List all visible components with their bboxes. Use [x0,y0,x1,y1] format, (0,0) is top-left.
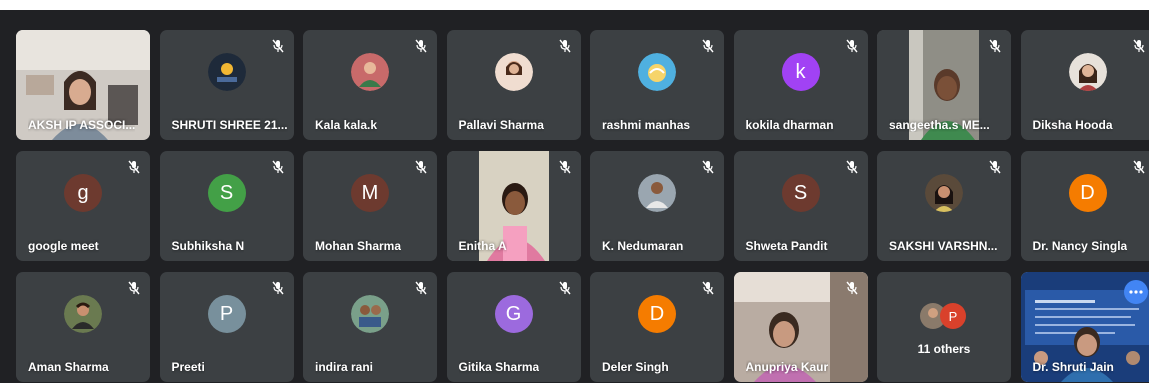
mic-off-icon [702,281,714,295]
mic-off-icon [558,281,571,295]
avatar-initial: M [351,174,389,212]
participant-tile[interactable]: sangeetha.s ME... [877,30,1011,140]
more-dots-icon [1128,290,1143,294]
more-options-button[interactable] [1123,280,1148,304]
mic-off-icon [845,160,858,174]
others-tile[interactable]: P 11 others [877,272,1011,382]
participant-name: Diksha Hooda [1032,118,1113,132]
mic-off-icon [702,39,714,53]
mic-off-icon [1132,39,1145,53]
mic-off-icon [558,39,571,53]
participant-tile[interactable]: rashmi manhas [590,30,724,140]
avatar [638,174,676,212]
participant-grid: AKSH IP ASSOCI... SHRUTI SHREE 21... Kal… [16,30,1149,382]
participant-tile[interactable]: G Gitika Sharma [446,272,581,382]
participant-name: Pallavi Sharma [458,118,544,132]
mic-off-icon [845,39,858,53]
avatar [351,295,389,333]
participant-tile[interactable]: Kala kala.k [303,30,437,140]
mic-off-icon [271,160,284,174]
participant-name: indira rani [315,360,374,374]
participant-name: kokila dharman [745,118,834,132]
participant-name: Subhiksha N [171,239,245,253]
participant-name: Dr. Shruti Jain [1032,360,1114,374]
participant-name: sangeetha.s ME... [889,118,990,132]
mic-off-icon [989,160,1001,174]
avatar [494,53,533,91]
participant-name: K. Nedumaran [602,239,684,253]
participant-tile[interactable]: Aman Sharma [16,272,150,382]
mic-off-icon [415,281,427,295]
mic-off-icon [271,39,284,53]
participant-tile[interactable]: Diksha Hooda [1020,30,1149,140]
participant-tile[interactable]: D Deler Singh [590,272,724,382]
mic-off-icon [415,39,427,53]
participant-name: Kala kala.k [315,118,378,132]
participant-tile[interactable]: S Shweta Pandit [733,151,868,261]
svg-text:P: P [949,309,958,324]
participant-tile[interactable]: AKSH IP ASSOCI... [16,30,150,140]
mic-off-icon [1132,160,1145,174]
participant-name: Dr. Nancy Singla [1032,239,1128,253]
participant-tile[interactable]: K. Nedumaran [590,151,724,261]
participant-name: Shweta Pandit [745,239,828,253]
participant-tile[interactable]: Enitha A [446,151,581,261]
avatar [925,174,963,212]
avatar [638,53,676,91]
participant-name: Deler Singh [602,360,669,374]
participant-name: google meet [28,239,99,253]
avatar [207,53,246,91]
others-avatars: P [920,303,966,329]
participant-tile[interactable]: Anupriya Kaur [733,272,868,382]
mic-off-icon [415,160,427,174]
participant-tile[interactable]: Pallavi Sharma [446,30,581,140]
participant-name: Gitika Sharma [458,360,540,374]
participant-name: Anupriya Kaur [745,360,829,374]
presenter-tile[interactable]: Dr. Shruti Jain [1020,272,1149,382]
avatar [1068,53,1107,91]
participant-tile[interactable]: SHRUTI SHREE 21... [159,30,294,140]
participant-name: SHRUTI SHREE 21... [171,118,288,132]
participant-name: SAKSHI VARSHN... [889,239,998,253]
avatar-initial: S [207,174,246,212]
mic-off-icon [989,39,1001,53]
avatar-initial: P [207,295,246,333]
participant-tile[interactable]: S Subhiksha N [159,151,294,261]
participant-name: Enitha A [458,239,507,253]
avatar-initial: k [781,53,820,91]
avatar-initial: S [781,174,820,212]
participant-name: Aman Sharma [28,360,109,374]
mic-off-icon [845,281,858,295]
mic-off-icon [702,160,714,174]
avatar-initial: G [494,295,533,333]
participant-tile[interactable]: M Mohan Sharma [303,151,437,261]
others-label: 11 others [917,342,971,356]
avatar-initial: g [64,174,102,212]
participant-tile[interactable]: indira rani [303,272,437,382]
avatar [351,53,389,91]
participant-name: Preeti [171,360,205,374]
participant-name: AKSH IP ASSOCI... [28,118,136,132]
avatar-initial: D [1068,174,1107,212]
mic-off-icon [271,281,284,295]
avatar-initial: D [638,295,676,333]
participant-tile[interactable]: D Dr. Nancy Singla [1020,151,1149,261]
mic-off-icon [558,160,571,174]
mic-off-icon [128,160,140,174]
participant-name: rashmi manhas [602,118,691,132]
participant-name: Mohan Sharma [315,239,402,253]
participant-tile[interactable]: g google meet [16,151,150,261]
avatar [64,295,102,333]
participant-tile[interactable]: k kokila dharman [733,30,868,140]
top-bar [0,0,1149,10]
participant-tile[interactable]: P Preeti [159,272,294,382]
mic-off-icon [128,281,140,295]
participant-tile[interactable]: SAKSHI VARSHN... [877,151,1011,261]
